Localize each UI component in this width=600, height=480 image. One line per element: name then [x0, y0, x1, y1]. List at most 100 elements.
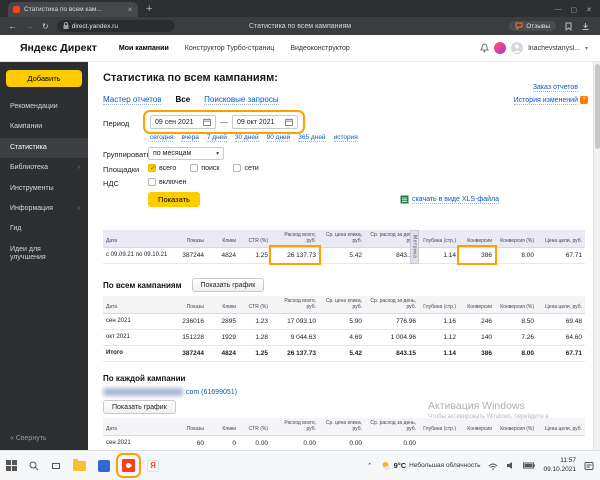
calendar-icon[interactable] — [203, 118, 211, 126]
column-header[interactable]: Показы — [169, 418, 207, 436]
column-header[interactable]: Глубина (стр.) — [419, 418, 459, 436]
yandex-direct-logo[interactable]: Яндекс Директ — [20, 42, 97, 54]
column-header[interactable]: CTR (%) — [239, 296, 271, 314]
sidebar-item-library[interactable]: Библиотека › — [0, 158, 88, 178]
sidebar-item-statistics[interactable]: Статистика — [0, 137, 88, 159]
feedback-button[interactable]: Отзывы — [509, 21, 556, 31]
column-header[interactable]: Дата — [103, 296, 169, 314]
campaign-id-link[interactable]: com (61699051) — [186, 389, 237, 396]
app-icon[interactable] — [98, 459, 110, 472]
column-header[interactable]: Клики — [207, 230, 239, 248]
calendar-icon[interactable] — [285, 118, 293, 126]
nav-video-constructor[interactable]: Видеоконструктор — [290, 45, 349, 52]
quick-link-yesterday[interactable]: вчера — [181, 134, 199, 142]
campaign-name-blurred[interactable] — [103, 388, 183, 396]
quick-link-90days[interactable]: 90 дней — [266, 134, 291, 142]
quick-link-7days[interactable]: 7 дней — [206, 134, 227, 142]
download-xls-link[interactable]: скачать в виде XLS-файла — [400, 195, 499, 204]
download-icon[interactable] — [581, 22, 590, 31]
date-from-input[interactable]: 09 сен 2021 — [150, 115, 216, 129]
sidebar-item-guide[interactable]: Гид — [0, 219, 88, 239]
column-header[interactable]: Клики — [207, 418, 239, 436]
search-icon[interactable] — [29, 461, 39, 471]
sidebar-item-tools[interactable]: Инструменты — [0, 179, 88, 199]
column-header[interactable]: Конверсии — [459, 418, 495, 436]
task-view-icon[interactable] — [51, 461, 61, 471]
column-header[interactable]: Ср. цена клика, руб. — [319, 296, 365, 314]
column-header[interactable]: Конверсии — [459, 296, 495, 314]
add-button[interactable]: Добавить — [6, 70, 82, 87]
checkbox-icon[interactable] — [190, 164, 199, 172]
order-reports-link[interactable]: Заказ отчетов — [532, 84, 578, 92]
browser-tab[interactable]: Статистика по всем кам... ✕ — [8, 2, 138, 17]
column-header[interactable]: Глубина (стр.) — [419, 296, 459, 314]
date-to-input[interactable]: 09 окт 2021 — [232, 115, 298, 129]
column-header[interactable]: CTR (%) — [239, 418, 271, 436]
history-link[interactable]: История изменений — [513, 97, 578, 105]
file-explorer-icon[interactable] — [73, 458, 86, 471]
bell-icon[interactable] — [480, 43, 490, 53]
volume-icon[interactable] — [506, 461, 515, 470]
sidebar-item-information[interactable]: Информация › — [0, 199, 88, 219]
column-header[interactable]: Ср. цена клика, руб. — [319, 230, 365, 248]
tab-report-master[interactable]: Мастер отчетов — [103, 95, 162, 105]
yandex-browser-icon-annotated[interactable] — [116, 453, 141, 478]
quick-link-today[interactable]: сегодня — [150, 134, 174, 142]
show-chart-button[interactable]: Показать график — [191, 278, 265, 292]
reload-icon[interactable]: ↻ — [42, 22, 49, 31]
column-header[interactable]: Ср. расход за день, руб. — [365, 296, 419, 314]
column-header[interactable]: Конверсия (%) — [495, 230, 537, 248]
wifi-icon[interactable] — [488, 462, 498, 470]
checkbox-icon[interactable] — [148, 178, 156, 186]
sidebar-item-campaigns[interactable]: Кампании — [0, 117, 88, 137]
column-header[interactable]: Конверсии — [459, 230, 495, 248]
column-header[interactable]: CTR (%) — [239, 230, 271, 248]
start-button-icon[interactable] — [6, 460, 17, 471]
notification-center-icon[interactable] — [584, 461, 594, 471]
back-icon[interactable]: ← — [8, 21, 17, 31]
quick-link-30days[interactable]: 30 дней — [234, 134, 259, 142]
column-header[interactable]: Конверсия (%) — [495, 418, 537, 436]
quick-link-history[interactable]: история — [333, 134, 358, 142]
forward-icon[interactable]: → — [25, 21, 34, 31]
sidebar-collapse-button[interactable]: Свернуть — [10, 435, 47, 442]
metrika-vertical-tab[interactable]: Метрика — [410, 230, 419, 264]
platform-networks[interactable]: сети — [233, 164, 259, 172]
nav-my-campaigns[interactable]: Мои кампании — [119, 45, 169, 52]
close-icon[interactable]: ✕ — [586, 6, 592, 14]
yandex-app-icon[interactable] — [147, 459, 159, 472]
column-header[interactable]: Цена цели, руб. — [537, 230, 585, 248]
maximize-icon[interactable]: ▢ — [571, 6, 578, 14]
minimize-icon[interactable]: — — [555, 6, 562, 14]
column-header[interactable]: Дата — [103, 418, 169, 436]
plus-avatar-icon[interactable] — [494, 42, 507, 54]
scrollbar-thumb[interactable] — [595, 64, 600, 149]
sidebar-item-recommendations[interactable]: Рекомендации — [0, 97, 88, 117]
column-header[interactable]: Показы — [169, 230, 207, 248]
avatar[interactable] — [511, 42, 524, 54]
column-header[interactable]: Цена цели, руб. — [537, 418, 585, 436]
platform-total[interactable]: всего — [148, 164, 176, 172]
bookmark-icon[interactable] — [565, 22, 572, 31]
weather-widget[interactable]: 9°C Небольшая облачность — [381, 461, 480, 471]
column-header[interactable]: Цена цели, руб. — [537, 296, 585, 314]
checkbox-icon[interactable] — [233, 164, 242, 172]
show-button[interactable]: Показать — [148, 192, 200, 207]
tab-close-icon[interactable]: ✕ — [127, 6, 133, 14]
battery-icon[interactable] — [523, 462, 536, 469]
column-header[interactable]: Ср. цена клика, руб. — [319, 418, 365, 436]
column-header[interactable]: Расход всего, руб. — [271, 296, 319, 314]
tray-expand-icon[interactable]: ⌃ — [367, 462, 373, 470]
column-header[interactable]: Дата — [103, 230, 169, 248]
column-header[interactable]: Конверсия (%) — [495, 296, 537, 314]
column-header[interactable]: Показы — [169, 296, 207, 314]
sidebar-item-ideas[interactable]: Идеи для улучшения — [0, 240, 88, 269]
column-header[interactable]: Клики — [207, 296, 239, 314]
address-bar[interactable]: direct.yandex.ru — [56, 20, 175, 32]
column-header[interactable]: Глубина (стр.) — [419, 230, 459, 248]
group-select[interactable]: по месяцам ▾ — [148, 147, 224, 160]
username[interactable]: lnachevstanysl... — [528, 45, 580, 52]
checkbox-checked-icon[interactable] — [148, 164, 156, 172]
show-chart-button[interactable]: Показать график — [103, 400, 176, 414]
help-badge-icon[interactable]: ? — [580, 96, 588, 104]
